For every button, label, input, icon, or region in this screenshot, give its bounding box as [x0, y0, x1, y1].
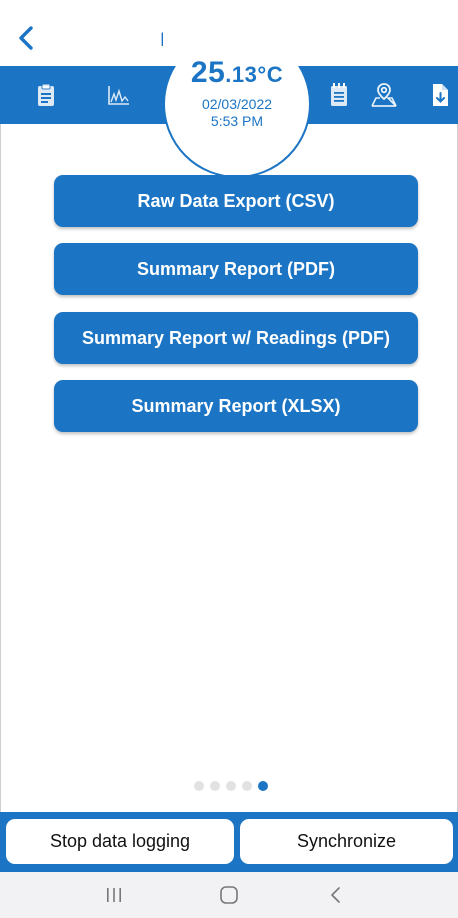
file-download-icon [433, 84, 448, 106]
notepad-icon [331, 83, 347, 106]
system-nav-bar [0, 872, 458, 918]
back-arrow-icon [331, 887, 340, 903]
page-dot[interactable] [194, 781, 204, 791]
temperature-value: 25.13°C [163, 56, 311, 90]
temperature-whole: 25 [190, 56, 226, 89]
tab-export[interactable] [423, 78, 457, 112]
synchronize-button[interactable]: Synchronize [240, 819, 453, 864]
page-dot[interactable] [226, 781, 236, 791]
page-dot-active[interactable] [258, 781, 268, 791]
page-dot[interactable] [210, 781, 220, 791]
summary-report-xlsx-button[interactable]: Summary Report (XLSX) [54, 380, 418, 432]
home-button[interactable] [209, 881, 249, 909]
summary-report-readings-pdf-button[interactable]: Summary Report w/ Readings (PDF) [54, 312, 418, 364]
line-chart-icon [108, 86, 129, 105]
temperature-unit: °C [257, 62, 284, 87]
tab-map[interactable] [367, 78, 401, 112]
tab-notes[interactable] [322, 78, 356, 112]
page-dot[interactable] [242, 781, 252, 791]
summary-report-pdf-button[interactable]: Summary Report (PDF) [54, 243, 418, 295]
temperature-reading: 25.13°C 02/03/2022 5:53 PM [163, 56, 311, 130]
tab-chart[interactable] [102, 78, 136, 112]
recent-apps-icon [107, 888, 121, 902]
tab-clipboard[interactable] [29, 78, 63, 112]
temperature-decimal: .13 [225, 62, 258, 87]
reading-time: 5:53 PM [210, 113, 264, 129]
bottom-action-bar: Stop data logging Synchronize [0, 812, 458, 872]
map-location-icon [371, 83, 397, 107]
reading-date: 02/03/2022 [201, 96, 273, 112]
home-icon [220, 886, 238, 904]
stop-data-logging-button[interactable]: Stop data logging [6, 819, 234, 864]
recent-apps-button[interactable] [94, 881, 134, 909]
system-back-button[interactable] [316, 881, 356, 909]
clipboard-icon [38, 83, 54, 106]
raw-data-export-button[interactable]: Raw Data Export (CSV) [54, 175, 418, 227]
page-indicator [0, 781, 458, 793]
